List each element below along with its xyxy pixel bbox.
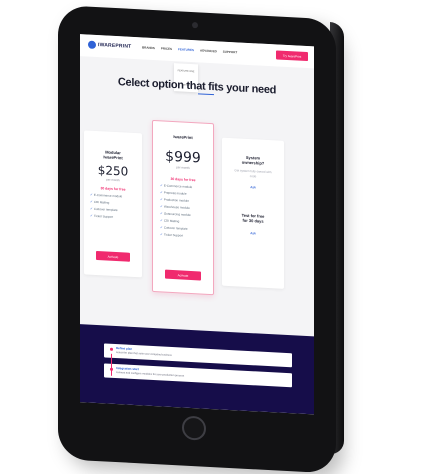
plan-card-modular: Modular IwarePrint $250 per month 30 day…: [84, 130, 142, 278]
camera-icon: [192, 22, 198, 29]
step-title: Define plan: [116, 346, 133, 351]
plan-card-iwareprint: IwarePrint $999 per month 30 days for fr…: [152, 119, 214, 296]
nav-link-brands[interactable]: BRANDS: [142, 45, 155, 50]
tablet-device: IWAREPRINT BRANDS PRICES FEATURES ADVANC…: [58, 5, 336, 474]
plan-card-ownership: System ownership? Get system fully owned…: [222, 137, 284, 289]
nav-link-advanced[interactable]: ADVANCED: [200, 48, 217, 53]
top-nav: IWAREPRINT BRANDS PRICES FEATURES ADVANC…: [80, 34, 314, 69]
ask-link[interactable]: Ask: [222, 230, 284, 237]
feature-item: ✓ Ticket Support: [160, 232, 184, 238]
step-desc: connect and configure modules for your p…: [116, 371, 185, 378]
activate-button[interactable]: Activate: [165, 269, 201, 281]
title-underline: [198, 93, 214, 96]
tablet-screen: IWAREPRINT BRANDS PRICES FEATURES ADVANC…: [80, 34, 314, 415]
ask-link[interactable]: Ask: [222, 184, 284, 191]
nav-link-support[interactable]: SUPPORT: [223, 50, 238, 55]
nav-link-features[interactable]: FEATURES: [178, 47, 194, 52]
feature-item: ✓ Ticket Support: [90, 213, 114, 219]
ownership-subtitle: Get system fully owned with code: [234, 168, 272, 179]
nav-link-prices[interactable]: PRICES: [161, 46, 172, 51]
logo-mark-icon: [88, 40, 96, 49]
dropdown-item-feature[interactable]: FEATURE ONE: [178, 69, 195, 73]
step-card: Define plan select the plan that suits y…: [104, 343, 292, 368]
check-icon: ✓: [160, 232, 163, 237]
step-card: Integration start connect and configure …: [104, 363, 292, 388]
check-icon: ✓: [90, 213, 93, 218]
plan-title: IwarePrint: [173, 134, 193, 141]
step-marker-icon: [110, 347, 113, 351]
step-desc: select the plan that suits your company …: [116, 351, 172, 357]
logo[interactable]: IWAREPRINT: [88, 40, 132, 51]
nav-links: BRANDS PRICES FEATURES ADVANCED SUPPORT: [142, 45, 237, 54]
home-button[interactable]: [182, 415, 206, 441]
activate-button[interactable]: Activate: [96, 250, 130, 262]
steps-section: Define plan select the plan that suits y…: [80, 324, 314, 415]
try-button[interactable]: Try IwarePrint: [276, 50, 308, 62]
timeline-line: [111, 353, 112, 376]
logo-text: IWAREPRINT: [98, 42, 132, 50]
